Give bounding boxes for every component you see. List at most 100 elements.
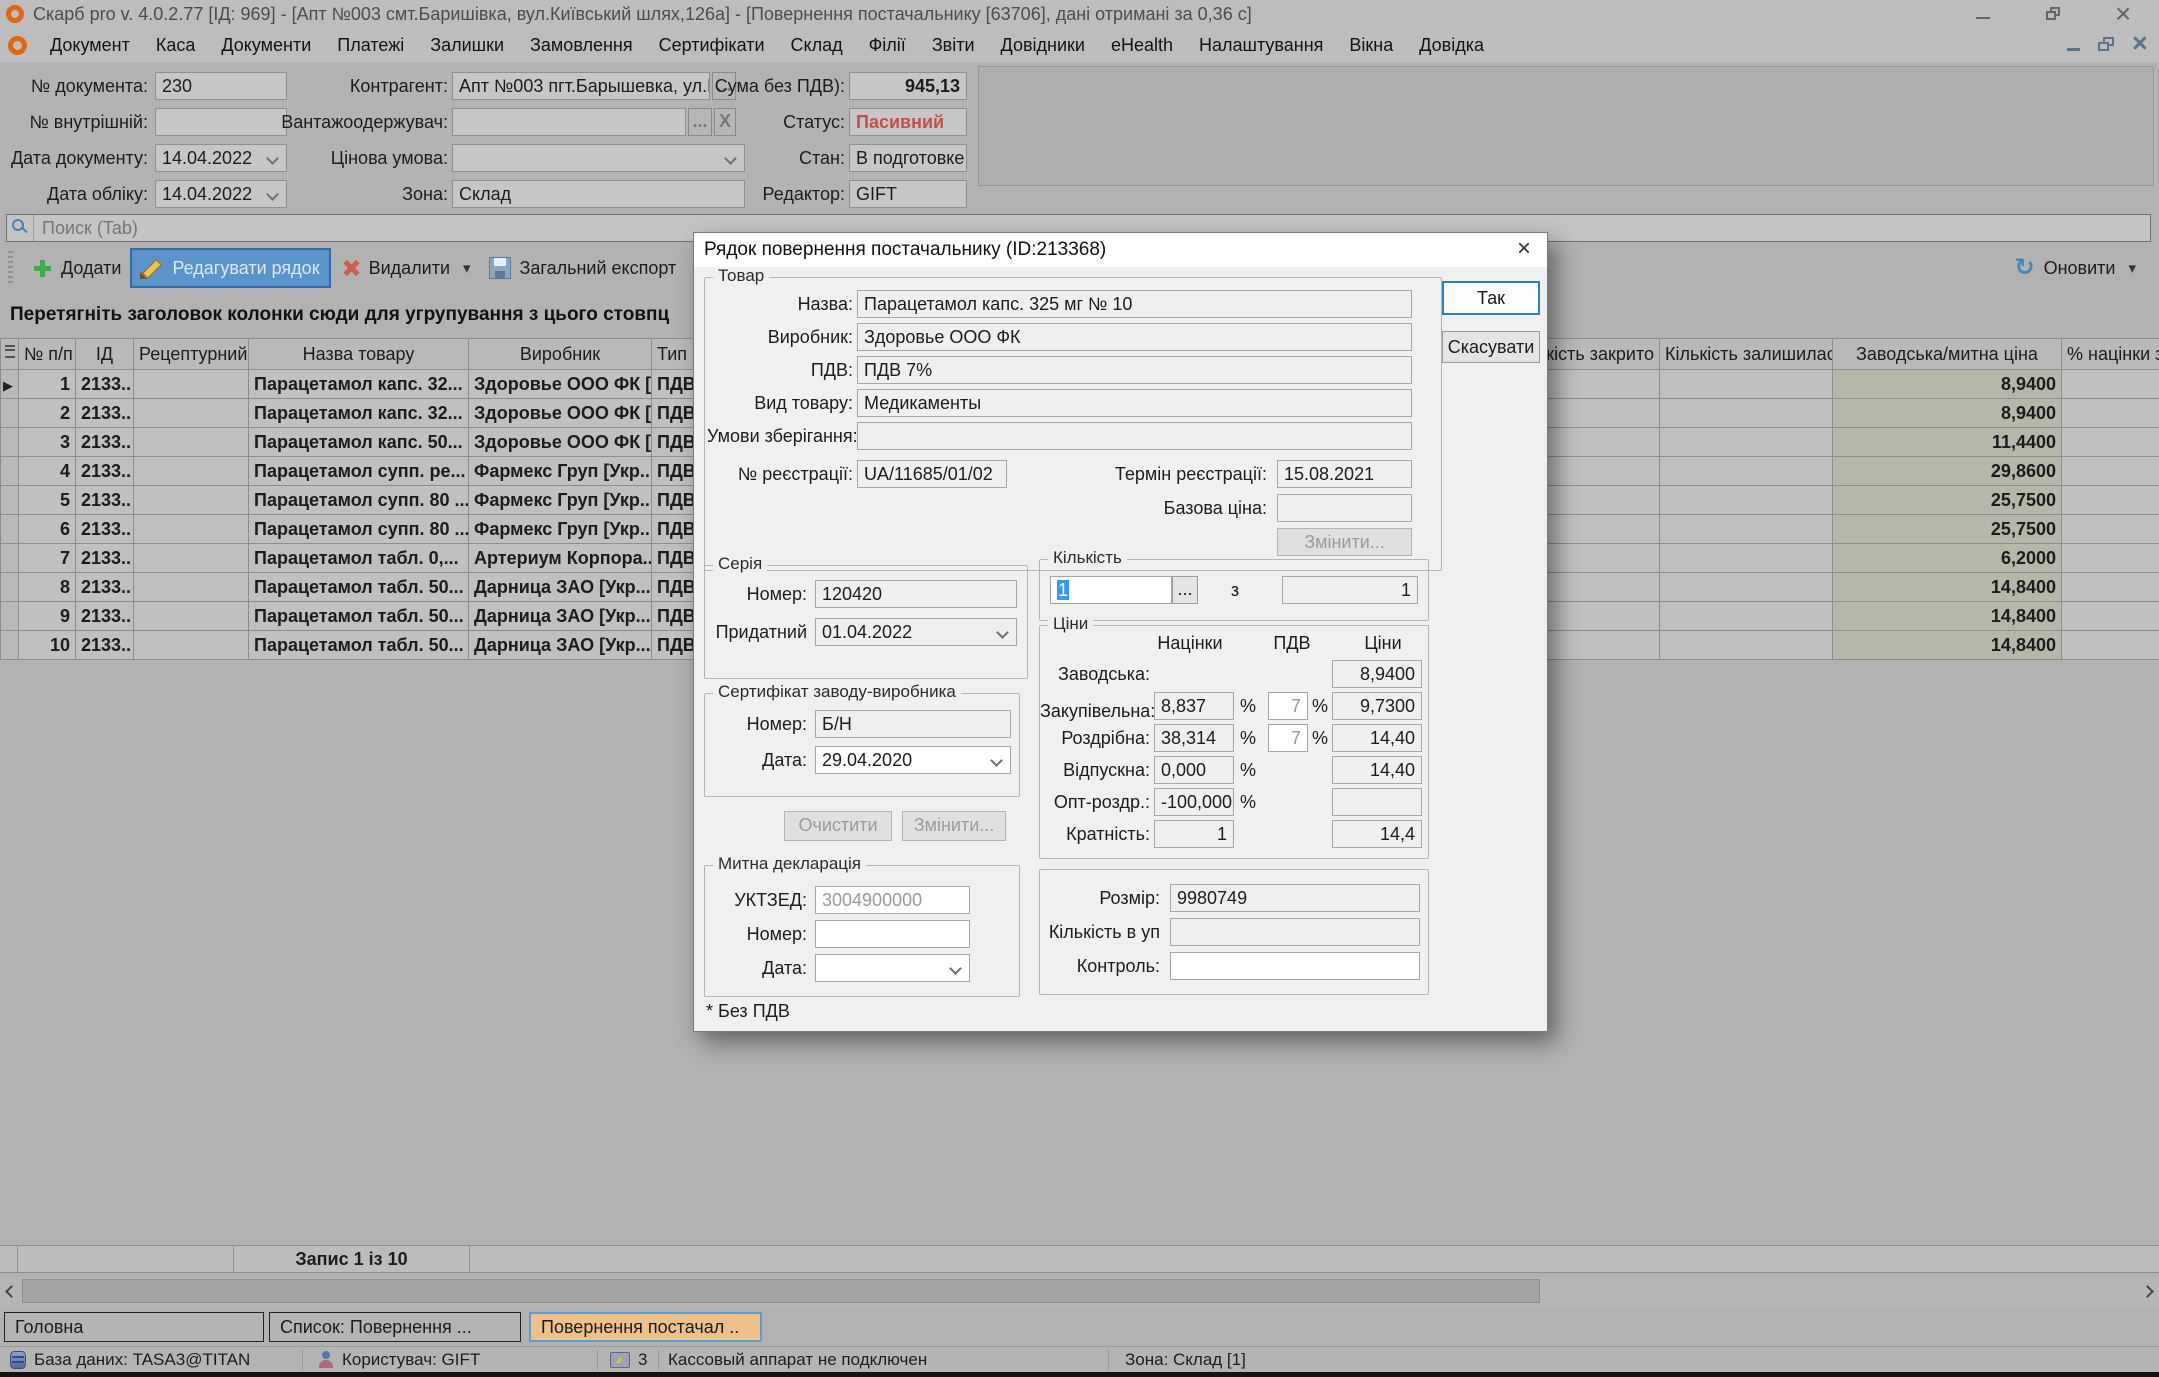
cell-markup-pct[interactable] [2062,457,2159,486]
cell-manufacturer[interactable]: Фармекс Груп [Укр... [469,457,652,486]
cell-remaining[interactable] [1660,602,1833,631]
cell-name[interactable]: Парацетамол супп. 80 ... [249,486,469,515]
cell-remaining[interactable] [1660,486,1833,515]
customs-number-field[interactable] [815,920,970,948]
cell-manufacturer[interactable]: Артериум Корпора... [469,544,652,573]
cell-recipe[interactable] [134,428,249,457]
cell-id[interactable]: 2133.. [76,544,134,573]
cell-name[interactable]: Парацетамол табл. 50... [249,573,469,602]
add-button[interactable]: Додати [23,248,130,288]
cell-id[interactable]: 2133.. [76,631,134,660]
row-gutter[interactable] [1,486,19,515]
size-field[interactable]: 9980749 [1170,884,1420,912]
cell-recipe[interactable] [134,457,249,486]
cell-num[interactable]: 8 [19,573,76,602]
col-header-name[interactable]: Назва товару [249,339,469,370]
row-gutter[interactable] [1,631,19,660]
col-header-id[interactable]: ІД [76,339,134,370]
control-field[interactable] [1170,952,1420,980]
cell-name[interactable]: Парацетамол капс. 50... [249,428,469,457]
col-header-recipe[interactable]: Рецептурний [134,339,249,370]
notes-panel[interactable] [978,66,2154,186]
cell-factory-price[interactable]: 8,9400 [1833,370,2062,399]
cell-recipe[interactable] [134,486,249,515]
col-header-remaining[interactable]: Кількість залишилася [1660,339,1833,370]
cell-id[interactable]: 2133.. [76,515,134,544]
cell-remaining[interactable] [1660,399,1833,428]
col-header-num[interactable]: № п/п [19,339,76,370]
menu-directories[interactable]: Довідники [988,28,1098,62]
delete-button[interactable]: Видалити ▾ [331,248,480,288]
mdi-minimize-icon[interactable] [2061,33,2087,56]
cell-markup-pct[interactable] [2062,515,2159,544]
dialog-close-icon[interactable]: × [1501,233,1547,267]
cell-markup-pct[interactable] [2062,573,2159,602]
cell-factory-price[interactable]: 29,8600 [1833,457,2062,486]
close-icon[interactable] [2113,4,2133,24]
row-gutter[interactable]: ▶ [1,370,19,399]
row-gutter[interactable] [1,515,19,544]
cell-num[interactable]: 3 [19,428,76,457]
col-header-manufacturer[interactable]: Виробник [469,339,652,370]
cell-factory-price[interactable]: 14,8400 [1833,602,2062,631]
product-vat-field[interactable]: ПДВ 7% [857,356,1412,384]
cell-num[interactable]: 5 [19,486,76,515]
product-kind-field[interactable]: Медикаменты [857,389,1412,417]
mdi-close-icon[interactable] [2127,33,2153,56]
cell-factory-price[interactable]: 6,2000 [1833,544,2062,573]
menu-certificates[interactable]: Сертифікати [646,28,778,62]
cell-id[interactable]: 2133.. [76,428,134,457]
horizontal-scrollbar[interactable] [0,1277,2159,1306]
tab-returns-list[interactable]: Список: Повернення ... [269,1312,521,1342]
mdi-restore-icon[interactable] [2094,33,2120,56]
cell-manufacturer[interactable]: Здоровье ООО ФК [... [469,428,652,457]
cell-manufacturer[interactable]: Здоровье ООО ФК [... [469,370,652,399]
cancel-button[interactable]: Скасувати [1442,331,1540,363]
change-base-price-button[interactable]: Змінити... [1277,528,1412,556]
cell-factory-price[interactable]: 14,8400 [1833,631,2062,660]
cell-factory-price[interactable]: 14,8400 [1833,573,2062,602]
cell-id[interactable]: 2133.. [76,573,134,602]
menu-help[interactable]: Довідка [1406,28,1497,62]
row-gutter[interactable] [1,602,19,631]
cell-factory-price[interactable]: 8,9400 [1833,399,2062,428]
cell-num[interactable]: 6 [19,515,76,544]
scrollbar-thumb[interactable] [22,1279,1540,1303]
cell-name[interactable]: Парацетамол табл. 0,... [249,544,469,573]
cell-markup-pct[interactable] [2062,486,2159,515]
series-number-field[interactable]: 120420 [815,580,1017,608]
cell-markup-pct[interactable] [2062,399,2159,428]
toolbar-grip[interactable] [8,251,13,285]
cell-num[interactable]: 2 [19,399,76,428]
minimize-icon[interactable] [1973,4,1993,24]
cell-manufacturer[interactable]: Дарница ЗАО [Укр... [469,573,652,602]
cell-recipe[interactable] [134,370,249,399]
row-gutter[interactable] [1,399,19,428]
cell-num[interactable]: 1 [19,370,76,399]
cell-manufacturer[interactable]: Дарница ЗАО [Укр... [469,631,652,660]
cell-factory-price[interactable]: 25,7500 [1833,486,2062,515]
cell-name[interactable]: Парацетамол капс. 32... [249,370,469,399]
cell-recipe[interactable] [134,399,249,428]
scroll-left-icon[interactable] [0,1277,20,1306]
menu-settings[interactable]: Налаштування [1186,28,1336,62]
cell-id[interactable]: 2133.. [76,370,134,399]
cell-recipe[interactable] [134,573,249,602]
cell-remaining[interactable] [1660,457,1833,486]
menu-payments[interactable]: Платежі [324,28,417,62]
menu-windows[interactable]: Вікна [1336,28,1406,62]
cell-num[interactable]: 9 [19,602,76,631]
edit-row-button[interactable]: Редагувати рядок [130,248,330,288]
menu-reports[interactable]: Звіти [919,28,988,62]
export-button[interactable]: Загальний експорт [480,248,686,288]
cell-markup-pct[interactable] [2062,631,2159,660]
cell-remaining[interactable] [1660,428,1833,457]
menu-document[interactable]: Документ [37,28,143,62]
cell-manufacturer[interactable]: Дарница ЗАО [Укр... [469,602,652,631]
base-price-field[interactable] [1277,494,1412,522]
cell-factory-price[interactable]: 11,4400 [1833,428,2062,457]
registration-number-field[interactable]: UA/11685/01/02 [857,460,1007,488]
menu-warehouse[interactable]: Склад [778,28,856,62]
cell-recipe[interactable] [134,602,249,631]
ok-button[interactable]: Так [1442,281,1540,315]
